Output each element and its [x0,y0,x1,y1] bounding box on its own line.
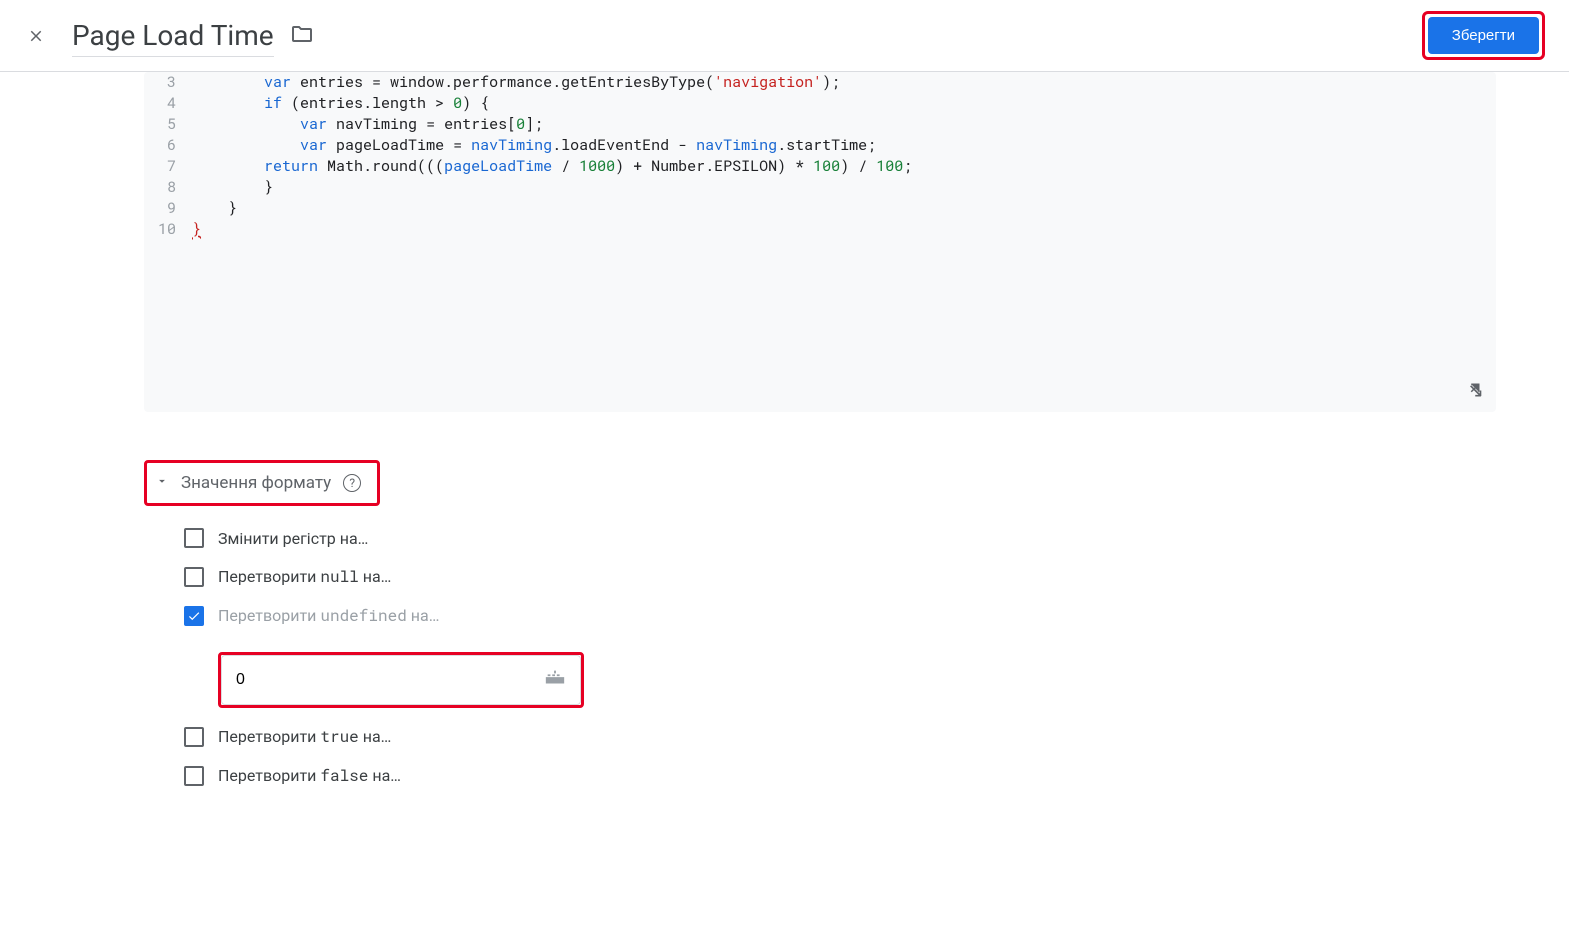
page-title[interactable]: Page Load Time [72,15,274,57]
option-convert-true-label: Перетворити true на… [218,726,391,747]
undefined-input-wrap[interactable] [221,655,581,705]
close-button[interactable] [24,24,48,48]
resize-icon[interactable]: ↘ [1466,378,1484,402]
undefined-input-highlight [218,652,584,708]
save-highlight: Зберегти [1422,11,1545,60]
format-section-header[interactable]: Значення формату ? [151,467,365,499]
close-icon [27,27,45,45]
checkbox-convert-null[interactable] [184,567,204,587]
variable-insert-icon[interactable] [538,667,572,694]
check-icon [187,609,201,623]
format-section-highlight: Значення формату ? [144,460,380,506]
undefined-value-row [218,652,1496,708]
undefined-value-input[interactable] [236,671,538,689]
help-icon[interactable]: ? [343,474,361,492]
format-section-header-wrap: Значення формату ? [144,460,1496,506]
chevron-down-icon [155,473,169,493]
title-wrap: Page Load Time [72,15,1422,57]
option-change-case[interactable]: Змінити регістр на… [184,528,1496,548]
format-options: Змінити регістр на… Перетворити null на…… [144,528,1496,786]
option-convert-false[interactable]: Перетворити false на… [184,765,1496,786]
code-editor[interactable]: 345678910 var entries = window.performan… [144,72,1496,412]
option-convert-null[interactable]: Перетворити null на… [184,566,1496,587]
checkbox-change-case[interactable] [184,528,204,548]
main-content: 345678910 var entries = window.performan… [120,72,1520,786]
code-lines[interactable]: var entries = window.performance.getEntr… [184,72,912,240]
format-section-title: Значення формату [181,473,331,493]
folder-icon[interactable] [290,22,314,50]
option-convert-undefined-label: Перетворити undefined на… [218,605,439,626]
checkbox-convert-false[interactable] [184,766,204,786]
code-gutter: 345678910 [144,72,184,240]
option-convert-undefined[interactable]: Перетворити undefined на… [184,605,1496,626]
option-convert-false-label: Перетворити false на… [218,765,401,786]
save-button[interactable]: Зберегти [1428,17,1539,54]
option-change-case-label: Змінити регістр на… [218,529,368,548]
option-convert-true[interactable]: Перетворити true на… [184,726,1496,747]
checkbox-convert-true[interactable] [184,727,204,747]
checkbox-convert-undefined[interactable] [184,606,204,626]
option-convert-null-label: Перетворити null на… [218,566,391,587]
header-bar: Page Load Time Зберегти [0,0,1569,72]
